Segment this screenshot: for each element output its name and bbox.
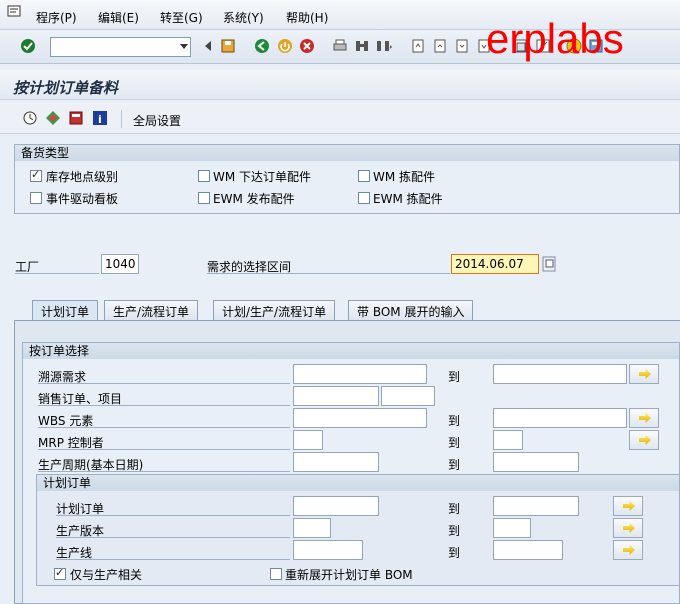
prep-type-title: 备货类型 — [15, 145, 679, 161]
only-prod-relevant-label: 仅与生产相关 — [70, 568, 143, 582]
chevron-down-icon[interactable] — [180, 44, 188, 49]
back-icon[interactable] — [254, 38, 270, 54]
save-variant-icon[interactable] — [68, 110, 84, 126]
wbs-from-input[interactable] — [293, 408, 427, 428]
enter-check-icon[interactable] — [20, 38, 36, 54]
save-icon[interactable] — [220, 38, 236, 54]
production-line-multiple-button[interactable] — [613, 540, 643, 560]
row-underline — [56, 559, 290, 560]
wbs-multiple-button[interactable] — [629, 408, 659, 428]
wm-pick-label: WM 拣配件 — [373, 170, 436, 184]
to-label: 到 — [448, 370, 461, 384]
row-underline — [56, 537, 290, 538]
to-label: 到 — [448, 414, 461, 428]
ewm-pick-label: EWM 拣配件 — [373, 192, 443, 206]
storage-level-checkbox[interactable] — [30, 168, 42, 182]
next-page-icon[interactable] — [454, 38, 470, 54]
re-explode-bom-checkbox[interactable] — [270, 568, 282, 580]
planned-order-multiple-button[interactable] — [613, 496, 643, 516]
storage-level-label: 库存地点级别 — [46, 170, 119, 184]
row-underline — [38, 383, 290, 384]
wm-release-checkbox[interactable] — [198, 170, 210, 182]
row-underline — [38, 427, 290, 428]
production-line-to-input[interactable] — [493, 540, 563, 560]
to-label: 到 — [448, 502, 461, 516]
print-icon[interactable] — [332, 38, 348, 54]
mrp-controller-from-input[interactable] — [293, 430, 323, 450]
command-field[interactable] — [50, 37, 191, 57]
to-label: 到 — [448, 436, 461, 450]
tab-bom-explosion[interactable]: 带 BOM 展开的输入 — [348, 300, 474, 320]
exit-icon[interactable] — [277, 38, 293, 54]
previous-page-icon[interactable] — [432, 38, 448, 54]
row-underline — [38, 449, 290, 450]
row-underline — [38, 405, 290, 406]
watermark-text: erplabs — [486, 15, 624, 62]
to-label: 到 — [448, 524, 461, 538]
production-version-from-input[interactable] — [293, 518, 331, 538]
source-req-from-input[interactable] — [293, 364, 427, 384]
sales-order-input[interactable] — [293, 386, 379, 406]
variant-icon[interactable] — [45, 110, 61, 126]
planned-order-title: 计划订单 — [37, 475, 679, 491]
event-kanban-label: 事件驱动看板 — [46, 192, 119, 206]
only-prod-relevant-checkbox[interactable] — [54, 566, 66, 580]
tab-production-order[interactable]: 生产/流程订单 — [104, 300, 199, 320]
tab-planned-order[interactable]: 计划订单 — [32, 300, 99, 321]
row-underline — [38, 471, 290, 472]
source-req-to-input[interactable] — [493, 364, 627, 384]
planned-order-from-input[interactable] — [293, 496, 379, 516]
ewm-release-checkbox[interactable] — [198, 192, 210, 204]
execute-icon[interactable] — [22, 110, 38, 126]
plant-underline — [15, 273, 99, 274]
svg-text:i: i — [98, 113, 102, 126]
wm-release-label: WM 下达订单配件 — [213, 170, 312, 184]
toolbar-separator — [121, 110, 122, 128]
find-next-icon[interactable] — [376, 38, 392, 54]
production-period-to-input[interactable] — [493, 452, 579, 472]
planned-order-to-input[interactable] — [493, 496, 579, 516]
info-icon[interactable]: i — [92, 110, 108, 126]
menu-system[interactable]: 系统(Y) — [223, 9, 264, 26]
cancel-icon[interactable] — [299, 38, 315, 54]
menu-edit[interactable]: 编辑(E) — [98, 9, 139, 26]
tab-planned-production-order[interactable]: 计划/生产/流程订单 — [213, 300, 336, 320]
menu-program[interactable]: 程序(P) — [36, 9, 77, 26]
re-explode-bom-label: 重新展开计划订单 BOM — [285, 568, 413, 582]
ewm-pick-checkbox[interactable] — [358, 192, 370, 204]
menu-help[interactable]: 帮助(H) — [286, 9, 328, 26]
mrp-controller-multiple-button[interactable] — [629, 430, 659, 450]
production-version-to-input[interactable] — [493, 518, 531, 538]
mrp-controller-to-input[interactable] — [493, 430, 523, 450]
to-label: 到 — [448, 458, 461, 472]
first-page-icon[interactable] — [410, 38, 426, 54]
production-version-multiple-button[interactable] — [613, 518, 643, 538]
event-kanban-checkbox[interactable] — [30, 192, 42, 204]
back-arrow-icon[interactable] — [200, 38, 216, 54]
production-period-from-input[interactable] — [293, 452, 379, 472]
find-icon[interactable] — [354, 38, 370, 54]
multiple-selection-icon[interactable] — [542, 256, 556, 272]
row-underline — [56, 515, 290, 516]
order-selection-title: 按订单选择 — [23, 343, 679, 359]
wbs-to-input[interactable] — [493, 408, 627, 428]
app-menu-icon[interactable] — [7, 5, 23, 19]
global-settings-button[interactable]: 全局设置 — [133, 112, 181, 129]
application-toolbar: i 全局设置 — [0, 102, 680, 134]
plant-input[interactable]: 1040 — [101, 254, 139, 274]
req-range-underline — [207, 273, 450, 274]
ewm-release-label: EWM 发布配件 — [213, 192, 295, 206]
title-bar: 按计划订单备料 — [0, 70, 680, 100]
menu-goto[interactable]: 转至(G) — [160, 9, 203, 26]
to-label: 到 — [448, 546, 461, 560]
production-line-from-input[interactable] — [293, 540, 363, 560]
page-title: 按计划订单备料 — [13, 79, 119, 97]
req-range-input[interactable]: 2014.06.07 — [451, 254, 539, 274]
sales-order-item-input[interactable] — [381, 386, 435, 406]
wm-pick-checkbox[interactable] — [358, 170, 370, 182]
source-req-multiple-button[interactable] — [629, 364, 659, 384]
